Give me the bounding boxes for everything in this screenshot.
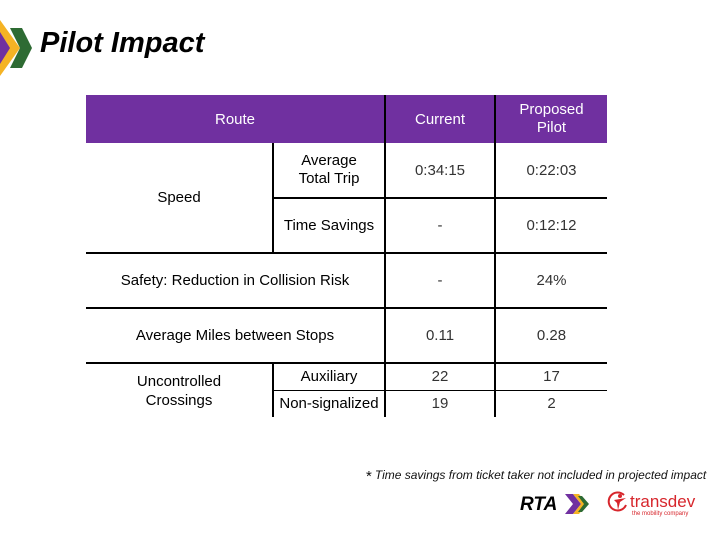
proposed-value: 0:22:03 — [494, 143, 607, 198]
rta-logo-text: RTA — [520, 494, 558, 515]
proposed-value: 0.28 — [494, 307, 607, 363]
header-current: Current — [384, 95, 495, 143]
safety-label: Safety: Reduction in Collision Risk — [86, 252, 385, 308]
transdev-logo-text: transdev — [630, 492, 696, 511]
current-value: 0:34:15 — [384, 143, 495, 198]
speed-label: Speed — [157, 189, 201, 206]
metric-label: Auxiliary — [272, 362, 385, 390]
crossings-label: Uncontrolled Crossings — [86, 362, 273, 417]
rta-chevron-icon — [565, 494, 589, 514]
table-row: Safety: Reduction in Collision Risk - 24… — [86, 252, 607, 308]
header-proposed: Proposed Pilot — [494, 95, 607, 143]
proposed-value: 17 — [494, 362, 607, 390]
table-header-row: Route Current Proposed Pilot — [86, 95, 607, 143]
footnote: * Time savings from ticket taker not incl… — [366, 468, 706, 485]
miles-label: Average Miles between Stops — [86, 307, 385, 363]
footnote-asterisk: * — [366, 468, 372, 485]
current-value: 22 — [384, 362, 495, 390]
current-value: - — [384, 197, 495, 253]
table-row: Speed Average Total Trip 0:34:15 0:22:03 — [86, 143, 607, 206]
current-value: - — [384, 252, 495, 308]
metric-label: Time Savings — [272, 197, 385, 253]
proposed-value: 2 — [494, 389, 607, 417]
transdev-logo-icon — [607, 491, 627, 512]
table-row: Average Miles between Stops 0.11 0.28 — [86, 307, 607, 363]
header-route: Route — [86, 95, 385, 143]
proposed-value: 0:12:12 — [494, 197, 607, 253]
table-row: Uncontrolled Crossings Auxiliary 22 17 — [86, 362, 607, 417]
footnote-text: Time savings from ticket taker not inclu… — [374, 468, 707, 482]
metric-label: Average Total Trip — [272, 143, 385, 198]
page-title: Pilot Impact — [40, 27, 205, 59]
transdev-tagline: the mobility company — [632, 511, 689, 517]
chevron-logo-icon — [0, 20, 32, 76]
metric-label: Non-signalized — [272, 389, 385, 417]
pilot-impact-table: Route Current Proposed Pilot Speed Avera… — [86, 95, 607, 417]
proposed-value: 24% — [494, 252, 607, 308]
current-value: 19 — [384, 389, 495, 417]
current-value: 0.11 — [384, 307, 495, 363]
